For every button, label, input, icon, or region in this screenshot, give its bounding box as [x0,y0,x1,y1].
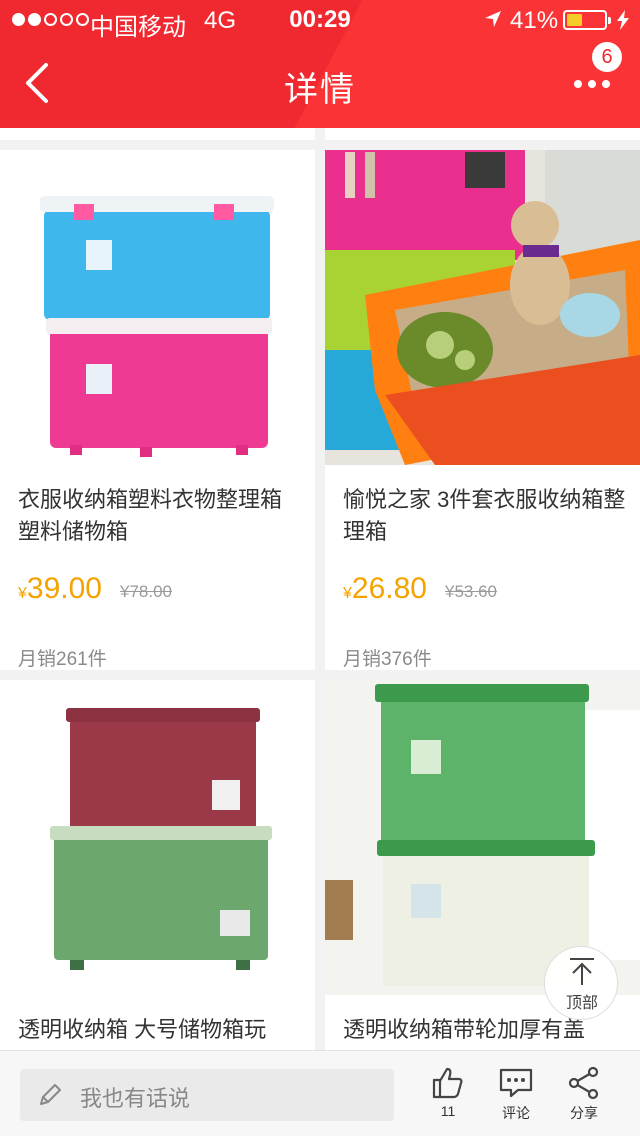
product-price: ¥26.80 [343,572,427,605]
comment-input[interactable]: 我也有话说 [20,1069,394,1121]
original-price: ¥53.60 [445,582,497,601]
product-card[interactable]: 衣服收纳箱塑料衣物整理箱塑料储物箱 ¥39.00 ¥78.00 月销261件 [0,150,315,670]
monthly-sales: 月销261件 [18,649,107,670]
arrow-up-icon [570,958,594,985]
more-button[interactable] [574,74,618,94]
comment-button[interactable]: 评论 [486,1065,546,1129]
back-to-top-label: 顶部 [565,995,598,1012]
comment-placeholder: 我也有话说 [80,1086,191,1111]
bottom-bar: 我也有话说 11 评论 分享 [0,1050,640,1136]
charging-bolt-icon [617,10,629,30]
comment-bubble-icon [499,1068,533,1098]
top-header: 中国移动 4G 00:29 41% 详情 6 [0,0,640,128]
original-price: ¥78.00 [120,582,172,601]
share-icon [568,1066,599,1100]
product-title: 愉悦之家 3件套衣服收纳箱整理箱 [343,487,626,544]
notification-badge: 6 [592,42,622,72]
status-bar: 中国移动 4G 00:29 41% [0,0,640,41]
product-title: 衣服收纳箱塑料衣物整理箱塑料储物箱 [18,487,283,544]
page-title: 详情 [284,71,356,109]
comment-label: 评论 [502,1105,530,1121]
product-image [325,150,640,465]
monthly-sales: 月销376件 [343,649,432,670]
share-button[interactable]: 分享 [554,1065,614,1129]
product-image [0,150,315,465]
product-card[interactable]: 愉悦之家 3件套衣服收纳箱整理箱 ¥26.80 ¥53.60 月销376件 [325,150,640,670]
pencil-icon [40,1084,61,1105]
thumbs-up-icon [432,1067,463,1099]
product-image [0,680,315,995]
product-price: ¥39.00 [18,572,102,605]
share-label: 分享 [570,1105,598,1121]
product-title: 透明收纳箱 大号储物箱玩 [18,1017,267,1042]
previous-row-edge [0,128,640,140]
product-grid: 衣服收纳箱塑料衣物整理箱塑料储物箱 ¥39.00 ¥78.00 月销261件 愉… [0,128,640,1068]
location-arrow-icon [485,11,501,27]
battery-icon [563,10,611,30]
screen: 中国移动 4G 00:29 41% 详情 6 衣服收纳箱塑料衣物整理箱塑料储物箱… [0,0,640,1136]
more-dots-icon [574,80,582,88]
back-to-top-button[interactable]: 顶部 [544,946,618,1020]
battery-percent: 41% [510,7,559,34]
like-count: 11 [440,1103,456,1119]
like-button[interactable]: 11 [418,1065,478,1129]
product-card[interactable]: 透明收纳箱 大号储物箱玩 [0,680,315,1068]
